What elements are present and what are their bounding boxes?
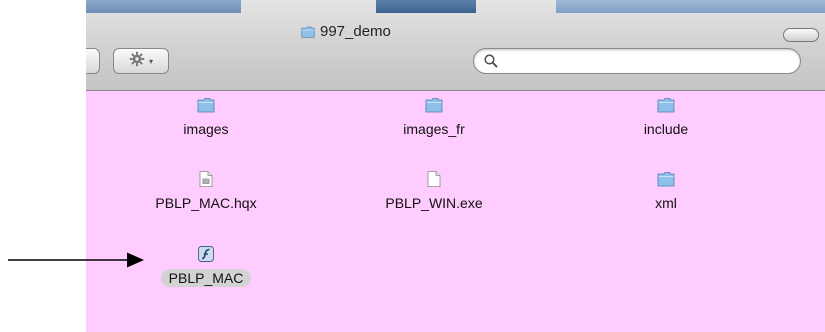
search-field[interactable]: [473, 48, 801, 74]
toolbar-toggle-button[interactable]: [783, 28, 819, 42]
file-item-label: PBLP_MAC.hqx: [155, 195, 257, 211]
folder-icon: [197, 96, 215, 114]
folder-icon: [657, 96, 675, 114]
file-item[interactable]: PBLP_MAC.hqx: [126, 170, 286, 212]
file-item-label: images: [183, 121, 229, 137]
pointer-arrow-icon: [8, 252, 144, 268]
background-window-edge: [376, 0, 476, 13]
view-button[interactable]: [86, 48, 100, 74]
document-icon: [197, 170, 215, 188]
file-item-label: PBLP_MAC: [160, 269, 252, 287]
file-item[interactable]: images: [126, 96, 286, 138]
file-item-label: xml: [655, 195, 677, 211]
file-item-label: PBLP_WIN.exe: [385, 195, 483, 211]
window-title: 997_demo: [300, 23, 391, 40]
chevron-down-icon: ▾: [148, 56, 153, 66]
file-item-label: images_fr: [403, 121, 465, 137]
flash-app-icon: [197, 245, 215, 263]
file-item[interactable]: include: [586, 96, 746, 138]
file-item[interactable]: PBLP_WIN.exe: [354, 170, 514, 212]
folder-icon: [425, 96, 443, 114]
file-icon-view: images images_fr include PBLP_MAC.hqx PB…: [86, 91, 825, 332]
finder-window: 997_demo ▾ images images_fr include PBLP…: [86, 0, 825, 332]
background-window-edge: [86, 0, 241, 13]
file-item-label: include: [643, 121, 689, 137]
gear-icon: [129, 51, 145, 71]
blank-document-icon: [425, 170, 443, 188]
action-menu-button[interactable]: ▾: [113, 48, 169, 74]
window-title-text: 997_demo: [320, 23, 391, 40]
file-item-selected[interactable]: PBLP_MAC: [126, 245, 286, 287]
folder-icon: [657, 170, 675, 188]
folder-icon: [300, 25, 316, 39]
background-window-edge: [556, 0, 825, 13]
title-bar[interactable]: 997_demo ▾: [86, 0, 825, 91]
file-item[interactable]: images_fr: [354, 96, 514, 138]
search-input[interactable]: [502, 52, 786, 70]
file-item[interactable]: xml: [586, 170, 746, 212]
